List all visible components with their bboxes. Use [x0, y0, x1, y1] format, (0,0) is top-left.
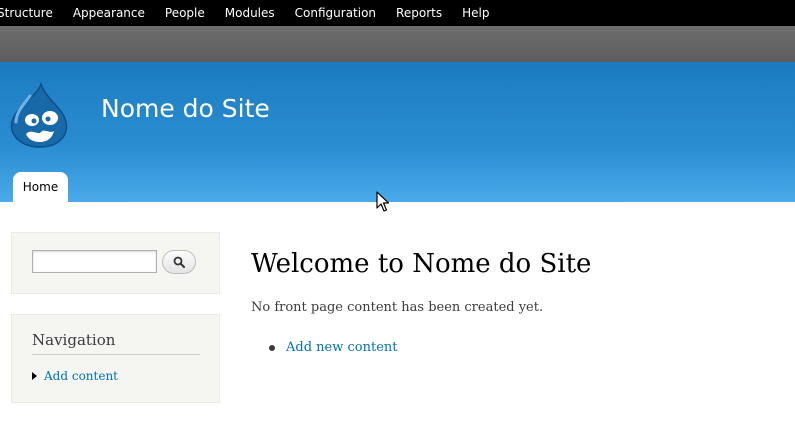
search-block [11, 232, 220, 294]
toolbar-item-structure[interactable]: Structure [0, 6, 53, 20]
bullet-icon [269, 344, 275, 351]
toolbar-item-people[interactable]: People [165, 6, 205, 20]
mouse-cursor-icon [376, 191, 390, 212]
admin-toolbar: Structure Appearance People Modules Conf… [0, 0, 795, 26]
site-header: Nome do Site Home [0, 62, 795, 202]
add-new-content-link[interactable]: Add new content [286, 340, 397, 355]
page-title: Welcome to Nome do Site [251, 249, 592, 279]
navigation-block: Navigation Add content [11, 314, 220, 403]
shortcut-bar [0, 26, 795, 62]
toolbar-item-configuration[interactable]: Configuration [295, 6, 376, 20]
nav-item-add-content: Add content [32, 369, 118, 383]
drupal-logo-icon[interactable] [8, 82, 72, 148]
navigation-title: Navigation [32, 331, 200, 355]
empty-front-page-text: No front page content has been created y… [251, 300, 544, 315]
toolbar-item-help[interactable]: Help [462, 6, 489, 20]
triangle-right-icon [32, 372, 37, 380]
search-icon [173, 256, 185, 268]
site-name[interactable]: Nome do Site [101, 94, 270, 124]
toolbar-item-reports[interactable]: Reports [396, 6, 442, 20]
toolbar-item-modules[interactable]: Modules [225, 6, 275, 20]
list-item: Add new content [269, 340, 397, 355]
tab-home[interactable]: Home [13, 172, 68, 202]
search-input[interactable] [32, 250, 157, 273]
add-content-link[interactable]: Add content [44, 369, 118, 383]
search-button[interactable] [162, 250, 196, 274]
toolbar-item-appearance[interactable]: Appearance [73, 6, 145, 20]
